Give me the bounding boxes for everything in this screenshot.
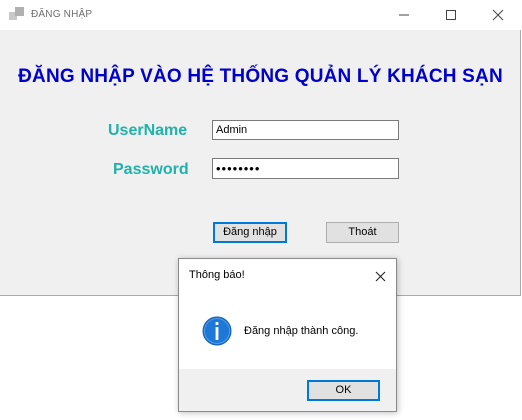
ok-button[interactable]: OK — [307, 380, 380, 401]
maximize-button[interactable] — [428, 0, 474, 30]
password-label: Password — [113, 161, 189, 178]
minimize-icon — [399, 14, 409, 16]
dialog-footer: OK — [179, 369, 396, 411]
dialog-title: Thông báo! — [189, 269, 245, 281]
form-heading: ĐĂNG NHẬP VÀO HỆ THỐNG QUẢN LÝ KHÁCH SẠN — [18, 66, 503, 87]
login-button[interactable]: Đăng nhập — [213, 222, 287, 243]
username-input[interactable]: Admin — [212, 120, 399, 140]
app-window-icon — [9, 7, 25, 23]
login-window: ĐĂNG NHẬP ĐĂNG NHẬP VÀO HỆ THỐNG QUẢN LÝ… — [0, 0, 521, 296]
dialog-close-button[interactable] — [369, 265, 391, 287]
message-dialog: Thông báo! Đăng nhập thành công. OK — [178, 258, 397, 412]
info-icon — [202, 316, 232, 346]
minimize-button[interactable] — [381, 0, 427, 30]
close-button[interactable] — [475, 0, 521, 30]
close-icon — [375, 271, 385, 281]
username-label: UserName — [108, 122, 188, 139]
exit-button[interactable]: Thoát — [326, 222, 399, 243]
window-title: ĐĂNG NHẬP — [31, 9, 93, 20]
maximize-icon — [446, 10, 456, 20]
close-icon — [492, 9, 504, 21]
password-input[interactable]: •••••••• — [212, 158, 399, 179]
dialog-message: Đăng nhập thành công. — [244, 325, 359, 337]
title-bar: ĐĂNG NHẬP — [0, 0, 521, 30]
